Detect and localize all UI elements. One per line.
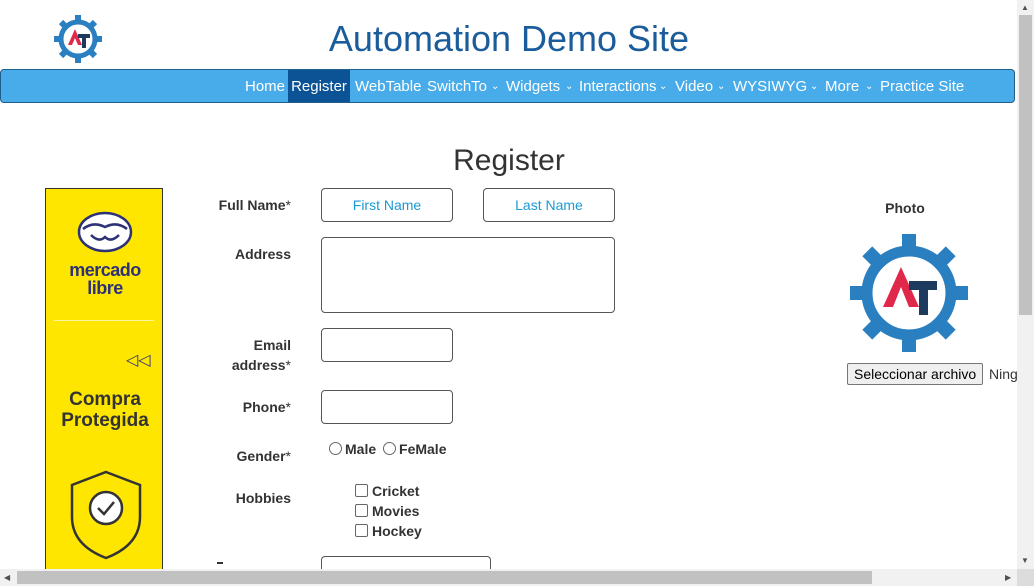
checkbox-movies[interactable] xyxy=(355,504,368,517)
chevron-down-icon[interactable]: ⌄ xyxy=(659,70,667,102)
ad-caption: Compra Protegida xyxy=(61,389,149,431)
scrollbar-corner xyxy=(1017,569,1034,586)
nav-widgets[interactable]: Widgets xyxy=(506,70,560,102)
radio-male-label: Male xyxy=(345,441,377,457)
first-name-input[interactable] xyxy=(321,188,453,222)
rewind-icon[interactable]: ◁◁ xyxy=(126,350,151,370)
gender-label: Gender* xyxy=(236,448,291,464)
gender-options: Male FeMale xyxy=(329,441,446,457)
chevron-down-icon[interactable]: ⌄ xyxy=(491,70,499,102)
hobbies-label: Hobbies xyxy=(235,490,291,506)
radio-female[interactable] xyxy=(383,442,397,455)
full-name-label: Full Name* xyxy=(218,197,291,213)
radio-female-label: FeMale xyxy=(399,441,447,457)
choose-file-button[interactable]: Seleccionar archivo xyxy=(847,363,984,385)
nav-video[interactable]: Video xyxy=(675,70,713,102)
nav-interactions[interactable]: Interactions xyxy=(579,70,657,102)
nav-switchto[interactable]: SwitchTo xyxy=(427,70,487,102)
scroll-left-icon[interactable]: ◀ xyxy=(4,573,10,582)
phone-label: Phone* xyxy=(242,399,291,415)
site-logo xyxy=(54,14,102,64)
checkbox-cricket[interactable] xyxy=(355,484,368,497)
nav-home[interactable]: Home xyxy=(245,70,285,102)
address-label: Address xyxy=(234,246,291,262)
handshake-icon xyxy=(77,211,133,258)
horizontal-scrollbar-thumb[interactable] xyxy=(17,571,872,584)
next-label-partial xyxy=(217,562,223,564)
chevron-down-icon[interactable]: ⌄ xyxy=(865,70,873,102)
radio-male[interactable] xyxy=(329,442,342,455)
site-title: Automation Demo Site xyxy=(328,18,690,59)
hobby-item: Cricket xyxy=(355,483,419,499)
ad-divider xyxy=(54,320,154,321)
phone-input[interactable] xyxy=(321,390,453,424)
ad-brand: mercado libre xyxy=(69,260,141,298)
page-title: Register xyxy=(453,144,565,177)
last-name-input[interactable] xyxy=(483,188,615,222)
checkbox-hockey[interactable] xyxy=(355,524,368,537)
ad-banner[interactable]: mercado libre ◁◁ Compra Protegida xyxy=(45,188,163,580)
nav-webtable[interactable]: WebTable xyxy=(355,70,421,102)
scroll-down-icon[interactable]: ▼ xyxy=(1021,556,1029,565)
email-input[interactable] xyxy=(321,328,453,362)
chevron-down-icon[interactable]: ⌄ xyxy=(717,70,725,102)
chevron-down-icon[interactable]: ⌄ xyxy=(810,70,818,102)
file-status-text: Ning xyxy=(989,366,1018,382)
photo-preview xyxy=(849,233,969,353)
nav-more[interactable]: More xyxy=(825,70,859,102)
photo-label: Photo xyxy=(885,200,925,216)
scroll-up-icon[interactable]: ▲ xyxy=(1021,3,1029,12)
hobby-item: Hockey xyxy=(355,523,422,539)
chevron-down-icon[interactable]: ⌄ xyxy=(565,70,573,102)
nav-practice-site[interactable]: Practice Site xyxy=(880,70,964,102)
address-textarea[interactable] xyxy=(321,237,615,313)
vertical-scrollbar-thumb[interactable] xyxy=(1019,15,1032,315)
nav-register[interactable]: Register xyxy=(288,70,350,102)
scroll-right-icon[interactable]: ▶ xyxy=(1005,573,1011,582)
main-navbar: Home Register WebTable SwitchTo ⌄ Widget… xyxy=(0,69,1015,103)
nav-wysiwyg[interactable]: WYSIWYG xyxy=(733,70,807,102)
email-label: Email address* xyxy=(231,337,291,373)
hobby-item: Movies xyxy=(355,503,419,519)
shield-check-icon xyxy=(68,469,144,566)
